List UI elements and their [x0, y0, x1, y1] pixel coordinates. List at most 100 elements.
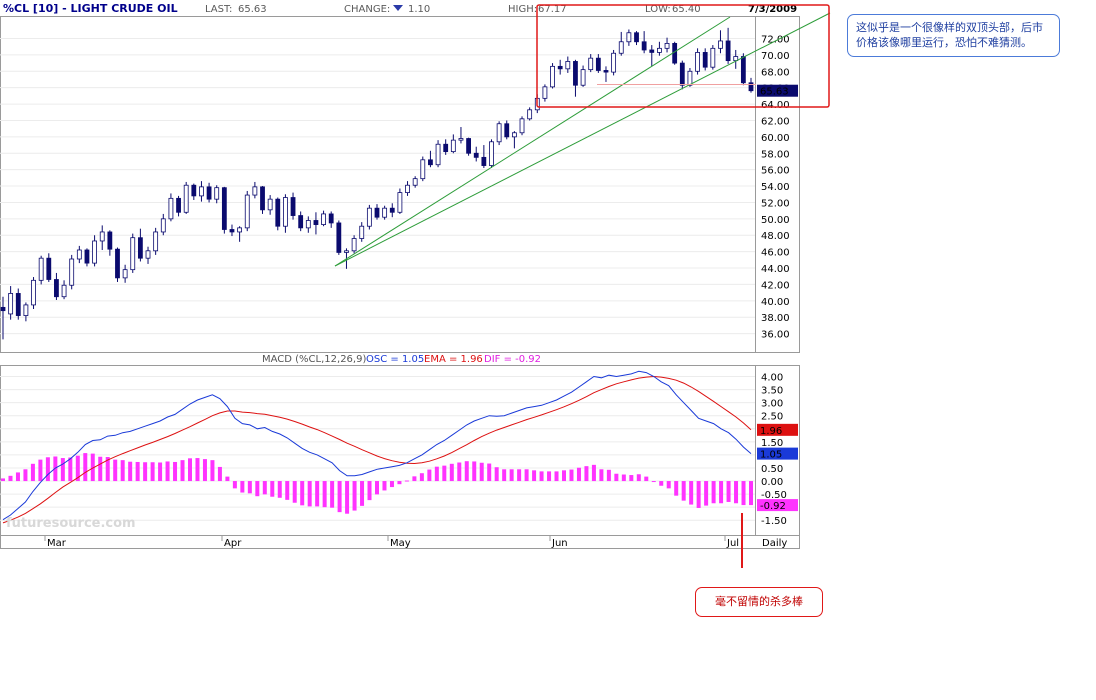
price-tick-label: 44.00 — [761, 264, 790, 275]
candle-body — [527, 109, 533, 120]
histogram-bar — [681, 481, 686, 501]
candle-body — [595, 57, 601, 71]
histogram-bar — [532, 470, 537, 482]
histogram-bar — [412, 476, 417, 482]
candle-body — [428, 159, 433, 166]
histogram-bar — [60, 458, 65, 482]
macd-osc-tag-label: 1.05 — [760, 450, 782, 461]
histogram-bar — [524, 469, 529, 482]
histogram-bar — [315, 481, 320, 507]
histogram-bar — [217, 466, 222, 482]
histogram-bar — [68, 457, 73, 482]
histogram-bar — [711, 481, 716, 504]
histogram-bar — [15, 472, 20, 482]
candle-body — [725, 40, 731, 62]
histogram-bar — [135, 461, 140, 482]
histogram-bar — [472, 461, 477, 482]
histogram-bar — [726, 481, 731, 502]
candle-body — [115, 248, 120, 279]
instrument-title: %CL [10] - LIGHT CRUDE OIL — [3, 2, 178, 15]
histogram-bar — [666, 481, 671, 489]
histogram-bar — [636, 474, 641, 482]
change-down-arrow-icon — [393, 5, 403, 11]
histogram-bar — [120, 460, 125, 482]
histogram-bar — [38, 459, 43, 482]
histogram-bar — [337, 481, 342, 513]
histogram-bar — [128, 461, 133, 482]
candle-body — [481, 156, 487, 166]
candle-body — [46, 257, 52, 280]
candle-body — [122, 269, 128, 279]
candle-body — [153, 231, 159, 252]
histogram-bar — [449, 463, 454, 482]
candle-body — [580, 69, 586, 86]
candle-body — [382, 207, 388, 218]
histogram-bar — [719, 481, 724, 504]
macd-tick-label: 2.50 — [761, 412, 783, 423]
change-value: 1.10 — [408, 4, 430, 15]
candle-body — [702, 52, 708, 68]
histogram-bar — [307, 481, 312, 507]
candle-body — [229, 229, 235, 233]
histogram-bar — [158, 462, 163, 482]
candle-body — [588, 57, 594, 71]
histogram-bar — [599, 469, 604, 482]
candle-body — [573, 61, 578, 86]
histogram-bar — [494, 467, 499, 482]
histogram-bar — [614, 473, 619, 482]
histogram-bar — [285, 481, 290, 500]
annotation-bearish-bar: 毫不留情的杀多棒 — [695, 587, 823, 617]
histogram-bar — [644, 476, 649, 482]
histogram-bar — [202, 459, 207, 482]
candle-body — [0, 306, 6, 312]
price-tick-label: 38.00 — [761, 313, 790, 324]
candle-body — [710, 47, 716, 68]
histogram-bar — [247, 481, 252, 494]
candle-body — [15, 293, 21, 316]
histogram-bar — [83, 453, 88, 482]
macd-tick-label: 3.50 — [761, 386, 783, 397]
candle-body — [199, 186, 204, 197]
histogram-bar — [188, 458, 192, 482]
histogram-bar — [704, 481, 709, 506]
date-tick-label: Jun — [551, 538, 568, 549]
histogram-bar — [696, 481, 701, 508]
histogram-bar — [165, 461, 170, 482]
histogram-bar — [382, 481, 387, 491]
price-tick-label: 52.00 — [761, 198, 790, 209]
candle-body — [130, 237, 136, 271]
histogram-bar — [509, 469, 514, 482]
candle-body — [267, 198, 273, 211]
candle-body — [214, 187, 220, 200]
histogram-bar — [629, 475, 634, 482]
candle-body — [31, 279, 36, 306]
histogram-bar — [375, 481, 379, 495]
candle-body — [99, 231, 105, 242]
candle-body — [664, 43, 670, 49]
candle-body — [168, 197, 174, 220]
candle-body — [748, 82, 754, 92]
macd-tick-label: 4.00 — [761, 373, 783, 384]
candle-body — [397, 192, 403, 213]
histogram-bar — [300, 481, 305, 506]
change-label: CHANGE: — [344, 4, 390, 15]
date-tick-label: Jul — [726, 538, 739, 549]
candle-body — [145, 250, 151, 259]
candle-body — [336, 222, 342, 253]
date-tick-label: Mar — [47, 538, 67, 549]
histogram-bar — [397, 481, 402, 485]
histogram-bar — [659, 481, 664, 486]
date-tick-label: Daily — [762, 538, 787, 549]
histogram-bar — [30, 463, 35, 482]
histogram-bar — [292, 481, 297, 503]
histogram-bar — [210, 460, 215, 482]
candle-body — [260, 186, 265, 211]
candle-body — [412, 178, 418, 186]
candle-body — [252, 186, 258, 196]
histogram-bar — [277, 481, 282, 498]
candle-body — [54, 279, 59, 298]
candle-body — [298, 215, 304, 229]
macd-header: MACD (%CL,12,26,9) OSC = 1.05 EMA = 1.96… — [262, 354, 541, 365]
histogram-bar — [741, 481, 746, 506]
watermark: futuresource.com — [6, 516, 136, 531]
